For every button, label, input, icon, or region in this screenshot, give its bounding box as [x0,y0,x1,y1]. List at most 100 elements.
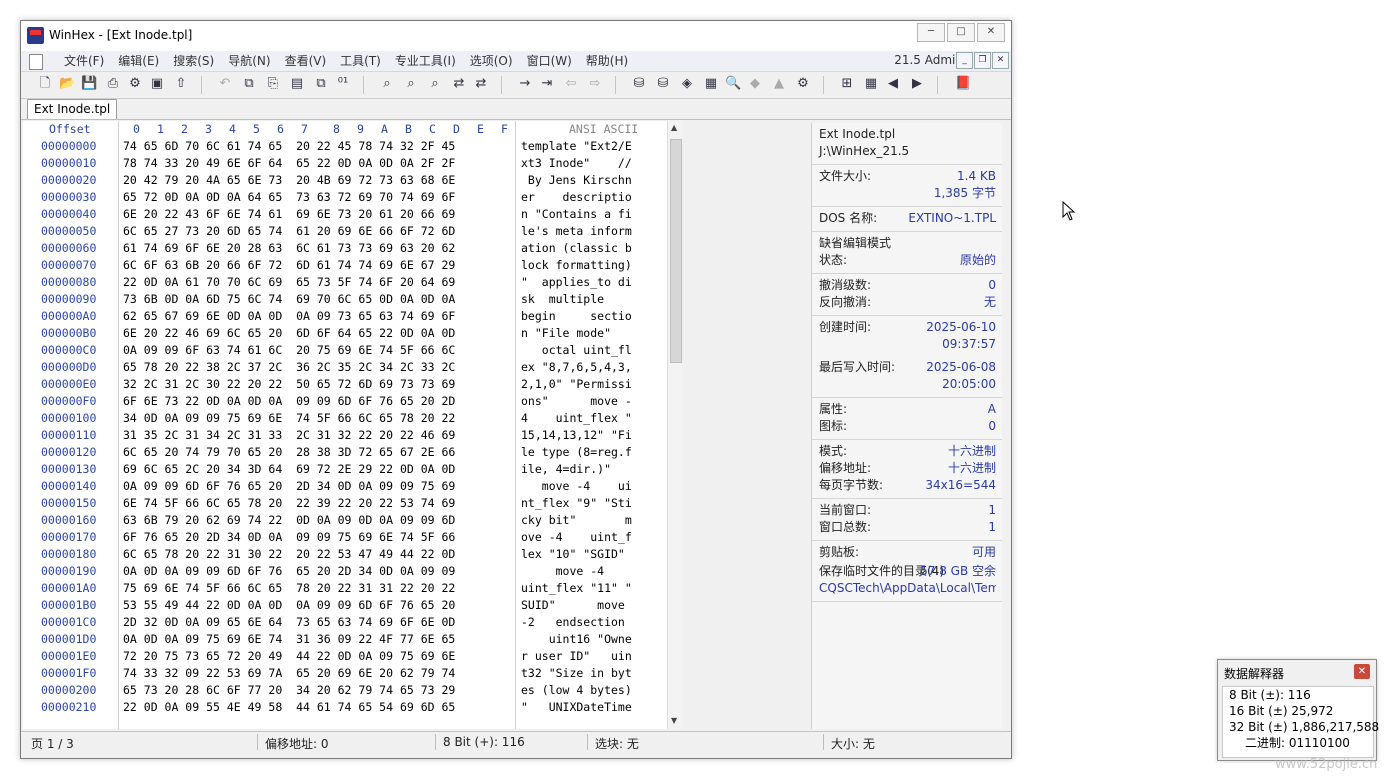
row-hex-bytes[interactable]: 2D 32 0D 0A 09 65 6E 64 73 65 63 74 69 6… [123,614,455,631]
row-hex-bytes[interactable]: 0A 0D 0A 09 09 6D 6F 76 65 20 2D 34 0D 0… [123,563,455,580]
vertical-scrollbar[interactable]: ▲ ▼ [667,121,682,729]
row-hex-bytes[interactable]: 0A 09 09 6F 63 74 61 6C 20 75 69 6E 74 5… [123,342,455,359]
hex-row[interactable]: 00000100 34 0D 0A 09 09 75 69 6E 74 5F 66… [23,410,679,427]
row-hex-bytes[interactable]: 63 6B 79 20 62 69 74 22 0D 0A 09 0D 0A 0… [123,512,455,529]
hex-row[interactable]: 00000180 6C 65 78 20 22 31 30 22 20 22 53… [23,546,679,563]
row-ansi-text[interactable]: octal uint_fl [521,342,632,359]
tab-ext-inode[interactable]: Ext Inode.tpl [27,99,118,119]
row-ansi-text[interactable]: ons" move - [521,393,632,410]
row-hex-bytes[interactable]: 6C 6F 63 6B 20 66 6F 72 6D 61 74 74 69 6… [123,257,455,274]
disk-icon[interactable]: ⛁ [631,76,647,92]
print-icon[interactable]: ⎙ [105,76,121,92]
row-hex-bytes[interactable]: 6C 65 78 20 22 31 30 22 20 22 53 47 49 4… [123,546,455,563]
copy-icon[interactable]: ⧉ [241,76,257,92]
menu-tools[interactable]: 工具(T) [333,53,388,69]
row-hex-bytes[interactable]: 6F 76 65 20 2D 34 0D 0A 09 09 75 69 6E 7… [123,529,455,546]
row-ansi-text[interactable]: er descriptio [521,189,632,206]
hex-row[interactable]: 00000140 0A 09 09 6D 6F 76 65 20 2D 34 0D… [23,478,679,495]
row-ansi-text[interactable]: t32 "Size in byt [521,665,632,682]
settings-gear-icon[interactable]: ⚙ [795,76,811,92]
row-hex-bytes[interactable]: 73 6B 0D 0A 6D 75 6C 74 69 70 6C 65 0D 0… [123,291,455,308]
row-ansi-text[interactable]: le type (8=reg.f [521,444,632,461]
row-hex-bytes[interactable]: 20 42 79 20 4A 65 6E 73 20 4B 69 72 73 6… [123,172,455,189]
menu-view[interactable]: 查看(V) [278,53,334,69]
back-icon[interactable]: ⇦ [563,76,579,92]
row-ansi-text[interactable]: sk multiple [521,291,632,308]
book-icon[interactable]: 📕 [955,76,971,92]
hex-row[interactable]: 000001F0 74 33 32 09 22 53 69 7A 65 20 69… [23,665,679,682]
hex-row[interactable]: 00000150 6E 74 5F 66 6C 65 78 20 22 39 22… [23,495,679,512]
disk-clone-icon[interactable]: ⛁ [655,76,671,92]
data-interpreter-panel[interactable]: 数据解释器 ✕ 8 Bit (±): 116 16 Bit (±) 25,972… [1217,659,1379,761]
properties-icon[interactable]: ⚙ [127,76,143,92]
row-ansi-text[interactable]: lex "10" "SGID" [521,546,632,563]
new-file-icon[interactable]: 🗋 [37,76,53,92]
hex-row[interactable]: 00000130 69 6C 65 2C 20 34 3D 64 69 72 2E… [23,461,679,478]
forward-icon[interactable]: ⇨ [587,76,603,92]
row-ansi-text[interactable]: ation (classic b [521,240,632,257]
menu-specialist-tools[interactable]: 专业工具(I) [388,53,463,69]
menu-navigate[interactable]: 导航(N) [221,53,277,69]
hex-row[interactable]: 000000B0 6E 20 22 46 69 6C 65 20 6D 6F 64… [23,325,679,342]
row-ansi-text[interactable]: SUID" move [521,597,632,614]
title-bar[interactable]: WinHex - [Ext Inode.tpl] ─ □ ✕ [21,21,1011,51]
hex-row[interactable]: 00000040 6E 20 22 43 6F 6E 74 61 69 6E 73… [23,206,679,223]
scroll-thumb[interactable] [670,139,682,363]
row-hex-bytes[interactable]: 62 65 67 69 6E 0D 0A 0D 0A 09 73 65 63 7… [123,308,455,325]
row-hex-bytes[interactable]: 6E 20 22 46 69 6C 65 20 6D 6F 64 65 22 0… [123,325,455,342]
hex-row[interactable]: 000000A0 62 65 67 69 6E 0D 0A 0D 0A 09 73… [23,308,679,325]
minimize-button[interactable]: ─ [917,23,945,42]
calculator-icon[interactable]: ▦ [703,76,719,92]
row-hex-bytes[interactable]: 32 2C 31 2C 30 22 20 22 50 65 72 6D 69 7… [123,376,455,393]
hex-row[interactable]: 000001B0 53 55 49 44 22 0D 0A 0D 0A 09 09… [23,597,679,614]
row-ansi-text[interactable]: begin sectio [521,308,632,325]
row-hex-bytes[interactable]: 69 6C 65 2C 20 34 3D 64 69 72 2E 29 22 0… [123,461,455,478]
row-hex-bytes[interactable]: 22 0D 0A 61 70 70 6C 69 65 73 5F 74 6F 2… [123,274,455,291]
replace-text-icon[interactable]: ⇄ [451,76,467,92]
hash-icon[interactable]: ▲ [771,76,787,92]
row-ansi-text[interactable]: es (low 4 bytes) [521,682,632,699]
menu-file[interactable]: 文件(F) [57,53,111,69]
row-hex-bytes[interactable]: 61 74 69 6F 6E 20 28 63 6C 61 73 73 69 6… [123,240,455,257]
row-ansi-text[interactable]: By Jens Kirschn [521,172,632,189]
row-ansi-text[interactable]: n "File mode" [521,325,632,342]
hex-row[interactable]: 000000E0 32 2C 31 2C 30 22 20 22 50 65 72… [23,376,679,393]
row-hex-bytes[interactable]: 78 74 33 20 49 6E 6F 64 65 22 0D 0A 0D 0… [123,155,455,172]
hex-row[interactable]: 000000D0 65 78 20 22 38 2C 37 2C 36 2C 35… [23,359,679,376]
hex-row[interactable]: 00000210 22 0D 0A 09 55 4E 49 58 44 61 74… [23,699,679,716]
row-ansi-text[interactable]: 4 uint_flex " [521,410,632,427]
row-hex-bytes[interactable]: 0A 09 09 6D 6F 76 65 20 2D 34 0D 0A 09 0… [123,478,455,495]
hex-row[interactable]: 000000C0 0A 09 09 6F 63 74 61 6C 20 75 69… [23,342,679,359]
scroll-up-icon[interactable]: ▲ [671,123,677,132]
prev-icon[interactable]: ◀ [885,76,901,92]
row-hex-bytes[interactable]: 74 33 32 09 22 53 69 7A 65 20 69 6E 20 6… [123,665,455,682]
hex-row[interactable]: 00000010 78 74 33 20 49 6E 6F 64 65 22 0D… [23,155,679,172]
row-ansi-text[interactable]: " applies_to di [521,274,632,291]
row-hex-bytes[interactable]: 75 69 6E 74 5F 66 6C 65 78 20 22 31 31 2… [123,580,455,597]
replace-hex-icon[interactable]: ⇄ [473,76,489,92]
menu-edit[interactable]: 编辑(E) [111,53,166,69]
next-plus-icon[interactable]: ▶ [909,76,925,92]
magnifier-icon[interactable]: 🔍 [725,76,741,92]
find-icon[interactable]: ⌕ [379,76,395,92]
row-ansi-text[interactable]: " UNIXDateTime [521,699,632,716]
hex-row[interactable]: 00000060 61 74 69 6F 6E 20 28 63 6C 61 73… [23,240,679,257]
row-hex-bytes[interactable]: 6E 74 5F 66 6C 65 78 20 22 39 22 20 22 5… [123,495,455,512]
row-ansi-text[interactable]: 15,14,13,12" "Fi [521,427,632,444]
hex-row[interactable]: 00000080 22 0D 0A 61 70 70 6C 69 65 73 5F… [23,274,679,291]
hex-editor[interactable]: Offset 0 1 2 3 4 5 6 7 8 9 A B C D E F ANSI ASCII 00000… [23,121,679,729]
row-hex-bytes[interactable]: 22 0D 0A 09 55 4E 49 58 44 61 74 65 54 6… [123,699,455,716]
open-file-icon[interactable]: 📂 [59,76,75,92]
hex-row[interactable]: 00000020 20 42 79 20 4A 65 6E 73 20 4B 69… [23,172,679,189]
row-hex-bytes[interactable]: 65 73 20 28 6C 6F 77 20 34 20 62 79 74 6… [123,682,455,699]
hex-row[interactable]: 000001A0 75 69 6E 74 5F 66 6C 65 78 20 22… [23,580,679,597]
goto-offset-icon[interactable]: → [517,76,533,92]
row-ansi-text[interactable]: 2,1,0" "Permissi [521,376,632,393]
row-hex-bytes[interactable]: 0A 0D 0A 09 75 69 6E 74 31 36 09 22 4F 7… [123,631,455,648]
row-ansi-text[interactable]: lock formatting) [521,257,632,274]
row-hex-bytes[interactable]: 74 65 6D 70 6C 61 74 65 20 22 45 78 74 3… [123,138,455,155]
menu-options[interactable]: 选项(O) [463,53,520,69]
binary-icon[interactable]: ⁰¹ [335,76,351,92]
row-hex-bytes[interactable]: 34 0D 0A 09 09 75 69 6E 74 5F 66 6C 65 7… [123,410,455,427]
row-hex-bytes[interactable]: 6F 6E 73 22 0D 0A 0D 0A 09 09 6D 6F 76 6… [123,393,455,410]
